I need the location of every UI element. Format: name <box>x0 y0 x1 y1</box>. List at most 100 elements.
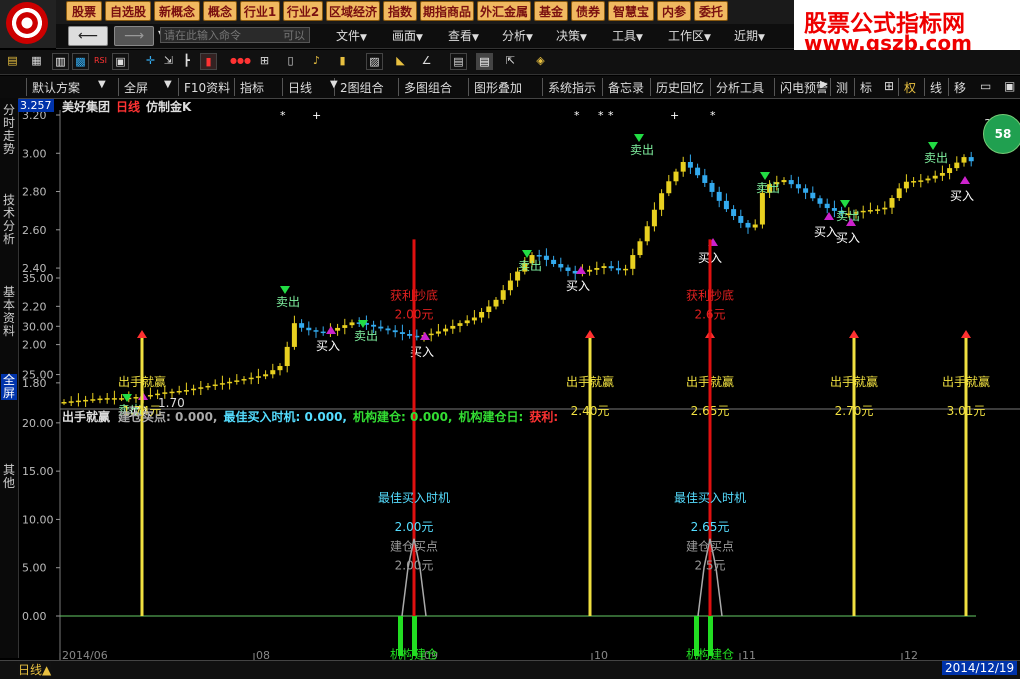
tab-dropdown-icon[interactable]: ▶ <box>820 79 828 90</box>
candle-body <box>788 180 794 185</box>
nav-button-6[interactable]: 区域经济 <box>326 1 380 21</box>
nav-button-2[interactable]: 新概念 <box>154 1 200 21</box>
tab-16[interactable]: 线 <box>930 79 942 96</box>
tab-8[interactable]: 系统指示 <box>548 79 596 96</box>
book-icon[interactable]: ▯ <box>282 53 299 70</box>
info-icon[interactable]: ▣ <box>112 53 129 70</box>
menu-2[interactable]: 查看▼ <box>448 27 479 44</box>
tab-6[interactable]: 多图组合 <box>404 79 452 96</box>
nav-button-10[interactable]: 基金 <box>534 1 568 21</box>
note-icon[interactable]: ▤ <box>476 53 493 70</box>
bar-tool-icon[interactable]: ┣ <box>178 53 195 70</box>
nav-button-1[interactable]: 自选股 <box>105 1 151 21</box>
bottom-period[interactable]: 日线▲ <box>18 661 52 678</box>
chart-icon[interactable]: ▥ <box>52 53 69 70</box>
candle-body <box>875 209 881 211</box>
tab-dropdown-icon[interactable]: ▼ <box>164 79 172 90</box>
star-marker: * <box>710 109 716 122</box>
table-icon[interactable]: ▤ <box>450 53 467 70</box>
help-icon[interactable]: ◈ <box>532 53 549 70</box>
command-input[interactable]: 请在此输入命令 可以 <box>160 27 310 43</box>
nav-button-12[interactable]: 智慧宝 <box>608 1 654 21</box>
sub-tick-label: 25.00 <box>22 369 54 382</box>
side-tab-1[interactable]: 技术分析 <box>1 194 17 246</box>
tab-3[interactable]: 指标 <box>240 79 264 96</box>
tab-4[interactable]: 日线 <box>288 79 312 96</box>
sub-field-0: 建仓买点: 0.000, <box>118 410 218 424</box>
lock-icon[interactable]: ▮ <box>200 53 217 70</box>
nav-button-13[interactable]: 内参 <box>657 1 691 21</box>
tab-9[interactable]: 备忘录 <box>608 79 644 96</box>
candle-body <box>716 191 722 201</box>
buy-arrow-icon <box>326 326 336 334</box>
floating-badge[interactable]: 58 <box>983 114 1020 154</box>
bell-icon[interactable]: ♪ <box>308 53 325 70</box>
menu-0[interactable]: 文件▼ <box>336 27 367 44</box>
bars-icon[interactable]: ▮ <box>334 53 351 70</box>
tab-dropdown-icon[interactable]: ▼ <box>330 79 338 90</box>
candle-body <box>133 397 139 399</box>
tab-separator <box>898 78 899 96</box>
ruler-icon[interactable]: ◣ <box>392 53 409 70</box>
folder-icon[interactable]: ▤ <box>4 53 21 70</box>
profit-label: 获利抄底 <box>686 287 734 302</box>
rsi-icon[interactable]: RSI <box>92 53 109 70</box>
nav-button-11[interactable]: 债券 <box>571 1 605 21</box>
tab-tool-icon-1[interactable]: ▭ <box>980 79 991 93</box>
tab-17[interactable]: 移 <box>954 79 966 96</box>
forward-button[interactable]: ⟶ <box>114 26 154 46</box>
tab-tool-icon-2[interactable]: ▣ <box>1004 79 1015 93</box>
side-tab-2[interactable]: 基本资料 <box>1 286 17 338</box>
nav-button-0[interactable]: 股票 <box>66 1 102 21</box>
menu-5[interactable]: 工具▼ <box>612 27 643 44</box>
tab-separator <box>282 78 283 96</box>
menu-6[interactable]: 工作区▼ <box>668 27 711 44</box>
kline-icon[interactable]: ▩ <box>72 53 89 70</box>
tab-separator <box>710 78 711 96</box>
tab-2[interactable]: F10资料 <box>184 79 230 96</box>
tab-14[interactable]: 标 <box>860 79 872 96</box>
nav-button-14[interactable]: 委托 <box>694 1 728 21</box>
nav-button-7[interactable]: 指数 <box>383 1 417 21</box>
command-bar: ⟵ ⟶ ▼ 请在此输入命令 可以 文件▼画面▼查看▼分析▼决策▼工具▼工作区▼近… <box>56 24 794 49</box>
angle-icon[interactable]: ∠ <box>418 53 435 70</box>
crosshair-icon[interactable]: ✛ <box>142 53 159 70</box>
grid-icon[interactable]: ⊞ <box>256 53 273 70</box>
box-icon[interactable]: ▦ <box>28 53 45 70</box>
tab-11[interactable]: 分析工具 <box>716 79 764 96</box>
menu-4[interactable]: 决策▼ <box>556 27 587 44</box>
tab-1[interactable]: 全屏 <box>124 79 148 96</box>
menu-7[interactable]: 近期▼ <box>734 27 765 44</box>
nav-button-4[interactable]: 行业1 <box>240 1 280 21</box>
candle-body <box>191 388 197 391</box>
tab-15[interactable]: 权 <box>904 79 916 96</box>
tab-5[interactable]: 2图组合 <box>340 79 384 96</box>
tab-13[interactable]: 测 <box>836 79 848 96</box>
side-tab-3[interactable]: 全屏 <box>1 374 17 400</box>
pan-icon[interactable]: ⇲ <box>160 53 177 70</box>
menu-1[interactable]: 画面▼ <box>392 27 423 44</box>
tab-7[interactable]: 图形叠加 <box>474 79 522 96</box>
image-icon[interactable]: ▨ <box>366 53 383 70</box>
traffic-light-icon[interactable]: ●●● <box>230 53 251 70</box>
chart-area[interactable]: 3.20 3.00 2.80 2.60 2.40 2.20 2.00 1.80 35.00 30.… <box>18 98 1020 660</box>
menu-3[interactable]: 分析▼ <box>502 27 533 44</box>
export-icon[interactable]: ⇱ <box>502 53 519 70</box>
nav-button-9[interactable]: 外汇金属 <box>477 1 531 21</box>
tab-10[interactable]: 历史回忆 <box>656 79 704 96</box>
tab-dropdown-icon[interactable]: ▼ <box>98 79 106 90</box>
candle-body <box>738 216 744 223</box>
chart-svg[interactable]: 3.203.002.802.602.402.202.001.8035.0030.… <box>18 98 1020 660</box>
nav-button-8[interactable]: 期指商品 <box>420 1 474 21</box>
build-point-price: 2.00元 <box>395 559 434 573</box>
side-tab-0[interactable]: 分时走势 <box>1 104 17 156</box>
nav-button-3[interactable]: 概念 <box>203 1 237 21</box>
top-navigation: 股票 自选股 新概念 概念 行业1 行业2 区域经济 指数 期指商品 外汇金属 基金 债券 智慧宝 内参委… <box>56 0 794 24</box>
side-tab-4[interactable]: 其他 <box>1 464 17 490</box>
nav-button-5[interactable]: 行业2 <box>283 1 323 21</box>
back-button[interactable]: ⟵ <box>68 26 108 46</box>
tab-tool-icon-0[interactable]: ⊞ <box>884 79 894 93</box>
tab-0[interactable]: 默认方案 <box>32 79 80 96</box>
candle-body <box>745 222 751 228</box>
candle-body <box>219 383 225 385</box>
